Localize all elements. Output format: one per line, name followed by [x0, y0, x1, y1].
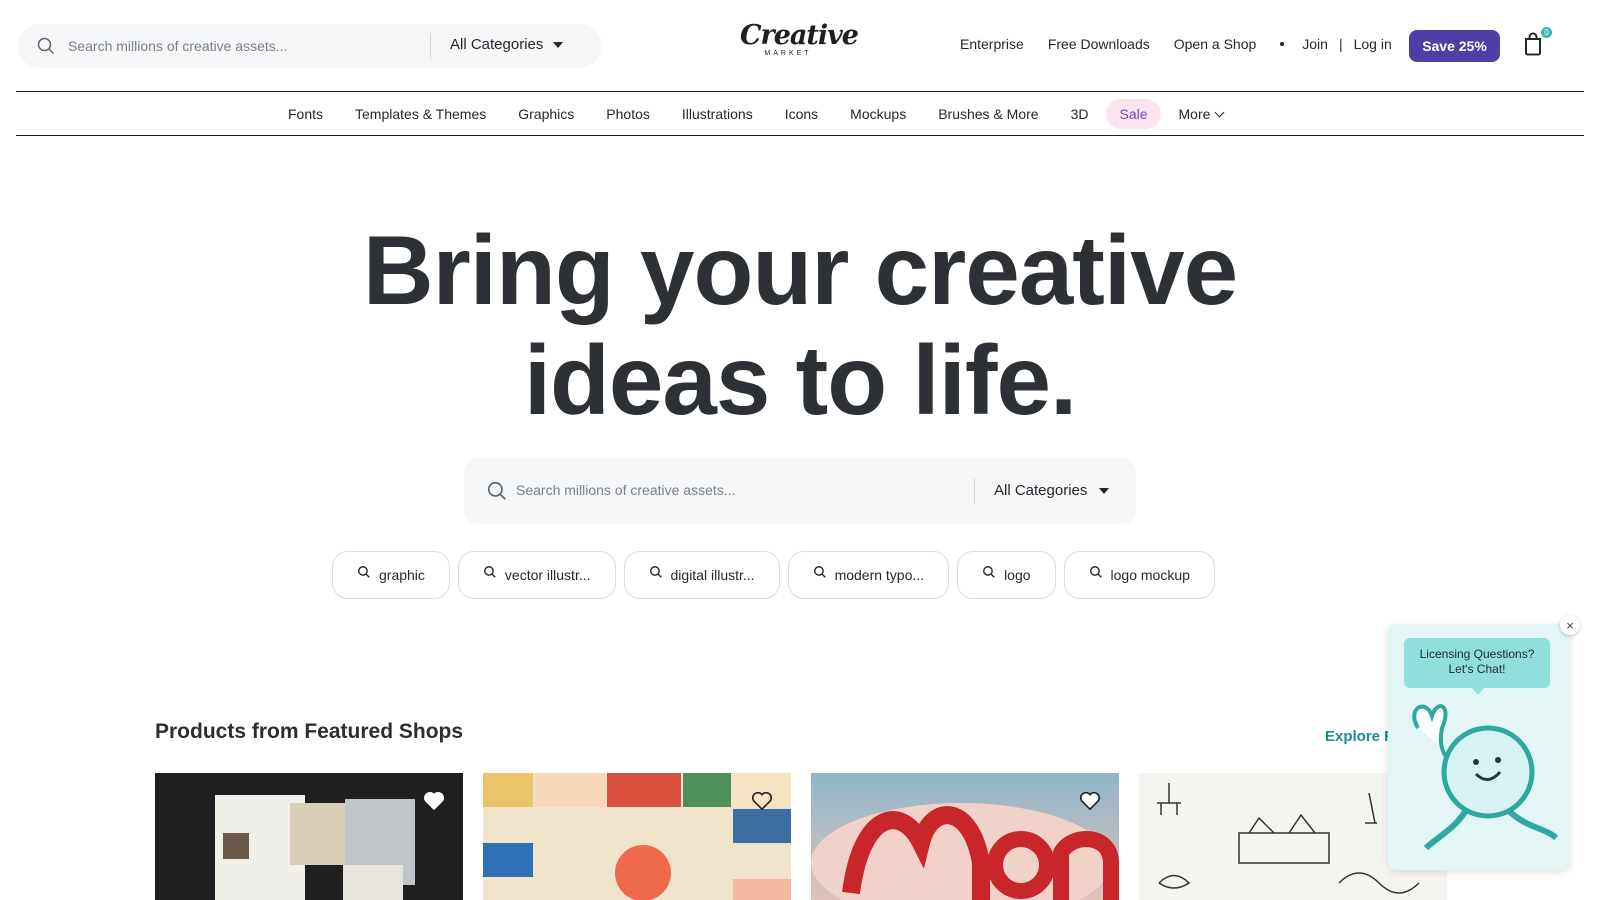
chevron-down-icon: [1214, 107, 1225, 117]
hero-title-line-2: ideas to life.: [523, 325, 1077, 435]
product-thumbnail: [811, 803, 1119, 900]
search-icon: [1089, 566, 1102, 578]
category-label: All Categories: [994, 482, 1088, 499]
header-search-bar[interactable]: Search millions of creative assets... Al…: [18, 24, 602, 68]
chip-label: logo: [1004, 567, 1031, 583]
favorite-heart-icon[interactable]: [751, 791, 773, 811]
search-divider: [974, 478, 975, 504]
section-title: Products from Featured Shops: [155, 720, 464, 743]
link-open-a-shop[interactable]: Open a Shop: [1174, 36, 1257, 52]
product-thumbnail: [483, 773, 791, 900]
header-search-input[interactable]: Search millions of creative assets...: [68, 38, 287, 54]
logo-wordmark: Creative: [740, 20, 859, 51]
search-icon: [649, 566, 662, 578]
category-label: All Categories: [450, 36, 544, 53]
search-icon: [37, 37, 55, 55]
cart-count-badge: 0: [1541, 27, 1552, 38]
product-card[interactable]: [811, 773, 1119, 900]
caret-down-icon: [1099, 487, 1110, 494]
nav-icons[interactable]: Icons: [785, 99, 818, 129]
caret-down-icon: [553, 41, 564, 48]
search-chip[interactable]: vector illustr...: [457, 551, 616, 599]
hero-search-input[interactable]: Search millions of creative assets...: [516, 482, 735, 498]
nav-brushes-more[interactable]: Brushes & More: [938, 99, 1038, 129]
login-link[interactable]: Log in: [1354, 36, 1392, 52]
chat-line-1: Licensing Questions?: [1419, 647, 1535, 661]
favorite-heart-icon[interactable]: [423, 791, 445, 811]
chip-label: graphic: [379, 567, 425, 583]
product-card[interactable]: [155, 773, 463, 900]
top-header: Search millions of creative assets... Al…: [16, 0, 1584, 92]
chat-widget[interactable]: Licensing Questions? Let's Chat!: [1388, 624, 1570, 870]
nav-fonts[interactable]: Fonts: [288, 99, 323, 129]
category-nav: Fonts Templates & Themes Graphics Photos…: [16, 92, 1584, 136]
product-cards: [155, 773, 1447, 900]
search-chip[interactable]: modern typo...: [787, 551, 950, 599]
product-card[interactable]: [483, 773, 791, 900]
hero-search-bar[interactable]: Search millions of creative assets... Al…: [464, 458, 1136, 524]
chip-label: vector illustr...: [504, 567, 591, 583]
product-thumbnail: [215, 795, 415, 900]
header-category-select[interactable]: All Categories: [450, 36, 564, 53]
nav-photos[interactable]: Photos: [606, 99, 650, 129]
search-icon: [487, 481, 506, 500]
site-logo[interactable]: Creative MARKET: [740, 20, 859, 66]
nav-3d[interactable]: 3D: [1071, 99, 1089, 129]
nav-sale[interactable]: Sale: [1106, 99, 1161, 129]
logo-subtext: MARKET: [764, 50, 812, 57]
chip-label: digital illustr...: [670, 567, 755, 583]
search-chip[interactable]: digital illustr...: [623, 551, 780, 599]
chat-line-2: Let's Chat!: [1448, 662, 1506, 676]
pipe-separator: |: [1338, 36, 1343, 52]
top-links: Enterprise Free Downloads Open a Shop Jo…: [960, 36, 1392, 52]
nav-templates-themes[interactable]: Templates & Themes: [355, 99, 486, 129]
chip-label: modern typo...: [834, 567, 925, 583]
search-chip[interactable]: logo mockup: [1063, 551, 1215, 599]
mascot-illustration: [1412, 704, 1559, 851]
hero-category-select[interactable]: All Categories: [994, 482, 1110, 499]
nav-mockups[interactable]: Mockups: [850, 99, 906, 129]
nav-graphics[interactable]: Graphics: [518, 99, 574, 129]
search-icon: [483, 566, 496, 578]
search-icon: [358, 566, 370, 578]
explore-link[interactable]: Explore F: [1325, 728, 1393, 745]
nav-illustrations[interactable]: Illustrations: [682, 99, 753, 129]
chat-bubble[interactable]: Licensing Questions? Let's Chat!: [1404, 638, 1550, 695]
hero-title-line-1: Bring your creative: [362, 215, 1238, 325]
link-free-downloads[interactable]: Free Downloads: [1048, 36, 1150, 52]
nav-more[interactable]: More: [1178, 99, 1225, 129]
hero-title: Bring your creative ideas to life.: [0, 215, 1600, 435]
favorite-heart-icon[interactable]: [1079, 791, 1101, 811]
save-25-button[interactable]: Save 25%: [1409, 30, 1500, 62]
join-link[interactable]: Join: [1302, 36, 1328, 52]
search-icon: [813, 566, 826, 578]
chat-close-button[interactable]: ×: [1560, 615, 1580, 635]
search-icon: [983, 566, 995, 578]
suggested-searches: graphic vector illustr... digital illust…: [332, 551, 1215, 599]
bullet-separator: [1280, 42, 1285, 46]
search-chip[interactable]: graphic: [332, 551, 450, 599]
nav-more-label: More: [1178, 106, 1211, 122]
search-chip[interactable]: logo: [957, 551, 1056, 599]
search-divider: [430, 33, 431, 59]
link-enterprise[interactable]: Enterprise: [960, 36, 1024, 52]
chip-label: logo mockup: [1110, 567, 1190, 583]
